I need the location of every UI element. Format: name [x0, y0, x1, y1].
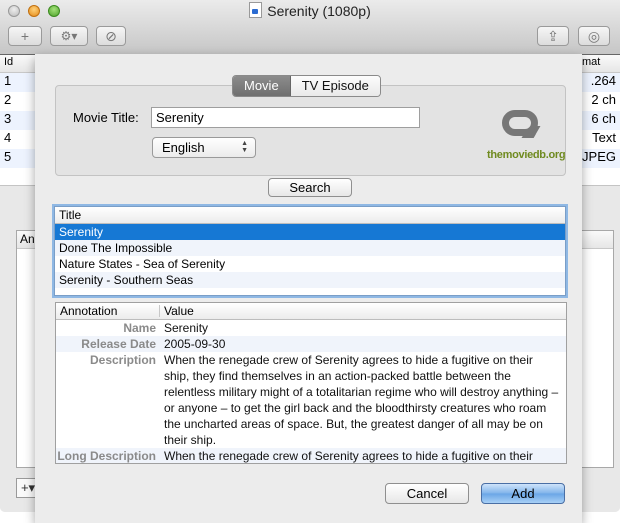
annotation-value: When the renegade crew of Serenity agree…	[164, 449, 533, 463]
window-title: Serenity (1080p)	[0, 2, 620, 19]
add-button[interactable]: Add	[481, 483, 565, 504]
add-track-button[interactable]: +	[8, 26, 42, 46]
annotation-value: 2005-09-30	[164, 337, 226, 351]
annotation-key: Release Date	[81, 337, 156, 351]
track-format: .264	[590, 73, 616, 88]
track-format: 6 ch	[591, 111, 616, 126]
annotation-key: Description	[89, 353, 156, 367]
share-icon: ⇪	[547, 28, 559, 44]
track-format: JPEG	[582, 149, 616, 164]
tmdb-logo: themoviedb.org	[487, 110, 566, 166]
results-header-title[interactable]: Title	[55, 207, 565, 224]
details-header: Annotation Value	[56, 303, 566, 320]
tmdb-logo-text: themoviedb.org	[487, 149, 566, 161]
tab-movie[interactable]: Movie	[233, 76, 291, 96]
track-id: 5	[4, 149, 12, 164]
action-menu-button[interactable]: ⚙▾	[50, 26, 88, 46]
search-type-tabs: Movie TV Episode	[232, 75, 381, 97]
language-select[interactable]: English ▲ ▼	[152, 137, 256, 158]
track-id: 4	[4, 130, 12, 145]
track-id: 1	[4, 73, 12, 88]
track-format: Text	[592, 130, 616, 145]
plus-icon: +	[20, 28, 30, 44]
table-row[interactable]: Description When the renegade crew of Se…	[56, 352, 566, 448]
stop-icon: ⊘	[105, 28, 117, 44]
annotation-key: Name	[123, 321, 156, 335]
track-format: 2 ch	[591, 92, 616, 107]
title-bar: Serenity (1080p) + ⚙▾ ⊘ ⇪ ◎	[0, 0, 620, 55]
inspector-button[interactable]: ◎	[578, 26, 610, 46]
track-id: 2	[4, 92, 12, 107]
window-title-text: Serenity (1080p)	[267, 3, 371, 19]
select-arrows-icon: ▲ ▼	[241, 140, 248, 154]
table-row[interactable]: Release Date 2005-09-30	[56, 336, 566, 352]
list-item[interactable]: Serenity - Southern Seas	[55, 272, 565, 288]
share-button[interactable]: ⇪	[537, 26, 569, 46]
list-item[interactable]: Serenity	[55, 224, 565, 240]
tmdb-logo-icon	[502, 110, 538, 136]
list-item[interactable]: Nature States - Sea of Serenity	[55, 256, 565, 272]
column-header-format[interactable]: mat	[582, 56, 600, 68]
plus-menu-icon: +▾	[20, 480, 36, 495]
search-button[interactable]: Search	[268, 178, 352, 197]
movie-title-input[interactable]	[151, 107, 420, 128]
metadata-search-sheet: Movie TV Episode Movie Title: English ▲▼…	[35, 54, 582, 523]
list-item[interactable]: Done The Impossible	[55, 240, 565, 256]
document-icon	[249, 2, 263, 18]
annotation-key: Long Description	[57, 449, 156, 463]
search-results-list: Title Serenity Done The Impossible Natur…	[54, 206, 566, 296]
table-row[interactable]: Name Serenity	[56, 320, 566, 336]
column-header-value[interactable]: Value	[164, 303, 194, 319]
column-divider	[159, 305, 160, 317]
table-row[interactable]: Long Description When the renegade crew …	[56, 448, 566, 463]
metadata-details-table: Annotation Value Name Serenity Release D…	[55, 302, 567, 464]
tab-tv-episode[interactable]: TV Episode	[290, 76, 380, 96]
gear-icon: ⚙▾	[60, 29, 78, 43]
cancel-button[interactable]: Cancel	[385, 483, 469, 504]
column-header-annotation[interactable]: Annotation	[60, 303, 117, 319]
column-header-id[interactable]: Id	[4, 56, 13, 68]
language-value: English	[162, 140, 205, 155]
movie-title-label: Movie Title:	[73, 110, 139, 125]
annotation-value: Serenity	[164, 321, 209, 335]
track-id: 3	[4, 111, 12, 126]
stop-button[interactable]: ⊘	[96, 26, 126, 46]
annotation-value: When the renegade crew of Serenity agree…	[164, 353, 559, 447]
inspect-icon: ◎	[587, 28, 601, 44]
